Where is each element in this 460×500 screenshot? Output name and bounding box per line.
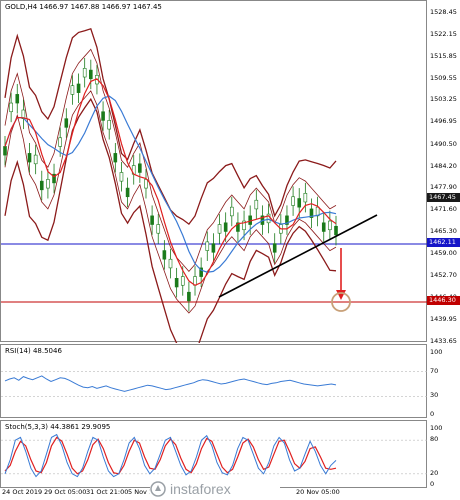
- candle-body: [76, 83, 81, 93]
- price-tick-label: 1452.70: [430, 270, 457, 279]
- price-tick-label: 1477.90: [430, 183, 457, 192]
- support-price-tag: 1462.11: [427, 238, 460, 247]
- candle-body: [39, 180, 44, 191]
- price-chart-canvas: [1, 27, 428, 343]
- rsi-label: RSI(14) 48.5046: [5, 347, 62, 355]
- candle-body: [328, 220, 332, 231]
- time-tick-label: 20 Nov 05:00: [296, 488, 340, 496]
- candle-body: [107, 120, 112, 130]
- candle-body: [150, 215, 154, 225]
- price-axis: 1528.45 1522.15 1515.85 1509.55 1503.25 1496.…: [427, 0, 460, 345]
- price-tick-label: 1528.45: [430, 8, 457, 16]
- price-chart-pane[interactable]: GOLD,H4 1466.97 1467.88 1466.97 1467.45: [0, 0, 428, 343]
- stochastic-tick-label: 100: [430, 424, 443, 432]
- candle-body: [291, 196, 295, 206]
- instaforex-logo-icon: [150, 481, 166, 497]
- price-tick-label: 1496.95: [430, 117, 457, 126]
- watermark: instaforex: [150, 478, 280, 500]
- candle-body: [64, 118, 69, 128]
- rsi-line: [4, 375, 337, 392]
- candle-body: [223, 222, 228, 232]
- upper-band-line: [4, 27, 337, 226]
- rsi-tick-label: 70: [430, 366, 439, 375]
- down-arrow-head-icon: [336, 290, 346, 300]
- stochastic-tick-label: 80: [430, 435, 439, 444]
- price-tick-label: 1465.30: [430, 227, 457, 236]
- candle-body: [187, 291, 191, 302]
- candle-body: [174, 278, 179, 288]
- rsi-pane[interactable]: RSI(14) 48.5046: [0, 344, 428, 418]
- candle-body: [82, 68, 87, 78]
- candle-body: [119, 172, 124, 182]
- candle-body: [168, 258, 173, 269]
- rsi-tick-label: 30: [430, 391, 439, 400]
- price-tick-label: 1471.60: [430, 205, 457, 214]
- candle-body: [272, 243, 277, 253]
- candle-body: [217, 224, 222, 234]
- time-tick-label: 31 Oct 21:00: [86, 488, 129, 496]
- watermark-text: instaforex: [170, 481, 231, 497]
- stochastic-axis: 100 80 20 0: [427, 420, 460, 488]
- candle-body: [303, 192, 308, 203]
- target-price-tag: 1446.30: [427, 296, 460, 305]
- candle-body: [70, 85, 75, 95]
- price-tick-label: 1522.15: [430, 29, 457, 38]
- candle-body: [58, 137, 62, 147]
- candle-body: [33, 154, 38, 165]
- candle-body: [9, 102, 13, 113]
- candle-body: [138, 163, 142, 173]
- rsi-tick-label: 0: [430, 410, 435, 418]
- candle-body: [334, 225, 338, 236]
- candle-body: [113, 153, 118, 163]
- candle-body: [211, 243, 216, 253]
- candle-body: [46, 179, 50, 189]
- candle-body: [229, 206, 234, 217]
- price-tick-label: 1459.00: [430, 249, 457, 258]
- candle-body: [321, 222, 326, 232]
- candle-body: [254, 199, 259, 210]
- candle-body: [89, 69, 93, 80]
- candle-body: [162, 250, 167, 260]
- time-tick-label: 24 Oct 2019: [2, 488, 43, 496]
- stochastic-tick-label: 20: [430, 468, 439, 477]
- stochastic-label: Stoch(5,3,3) 44.3861 29.9095: [5, 423, 111, 431]
- candle-body: [297, 198, 302, 208]
- price-tick-label: 1439.95: [430, 315, 457, 324]
- rsi-canvas: [1, 371, 428, 397]
- price-tick-label: 1503.25: [430, 95, 457, 104]
- candle-body: [15, 94, 20, 104]
- stochastic-tick-label: 0: [430, 480, 435, 488]
- price-tick-label: 1484.20: [430, 161, 457, 170]
- rsi-axis: 100 70 30 0: [427, 344, 460, 418]
- current-price-tag: 1467.45: [427, 193, 460, 202]
- chart-title: GOLD,H4 1466.97 1467.88 1466.97 1467.45: [5, 3, 162, 11]
- candle-body: [144, 179, 148, 189]
- rsi-tick-label: 100: [430, 348, 443, 356]
- inner-lower-band-line: [4, 90, 337, 314]
- candle-body: [205, 241, 210, 251]
- candle-body: [101, 111, 105, 121]
- price-tick-label: 1509.55: [430, 73, 457, 82]
- price-tick-label: 1490.50: [430, 139, 457, 148]
- stochastic-d-line: [4, 436, 337, 475]
- price-tick-label: 1515.85: [430, 51, 457, 60]
- candle-body: [27, 153, 32, 163]
- candle-body: [180, 276, 185, 286]
- candle-body: [3, 146, 7, 156]
- candle-body: [125, 187, 130, 198]
- candle-body: [156, 224, 161, 234]
- time-tick-label: 29 Oct 05:00: [44, 488, 87, 496]
